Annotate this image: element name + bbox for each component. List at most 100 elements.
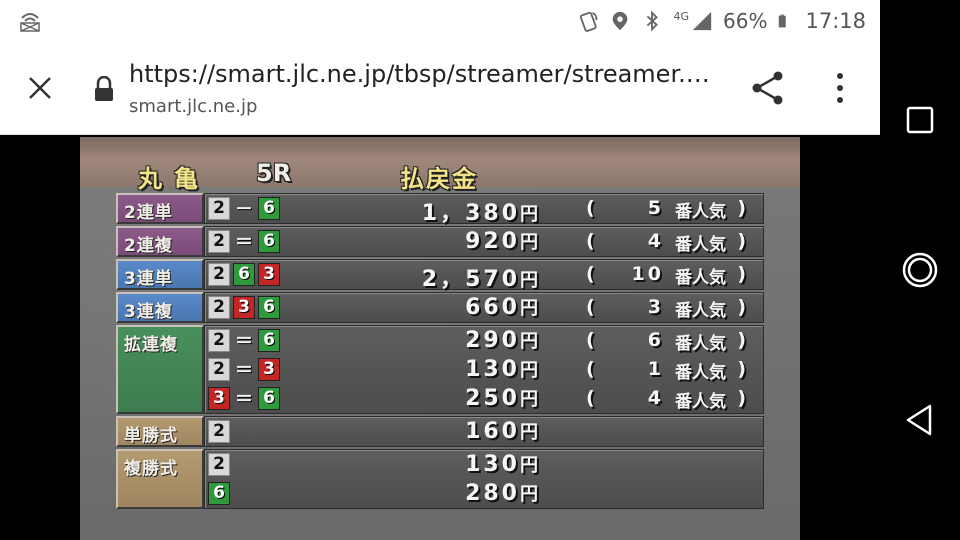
boat-number-chip: 6 bbox=[258, 229, 280, 253]
boat-number-chip: 2 bbox=[208, 357, 230, 381]
payout-amount: 2，570円 bbox=[422, 261, 538, 293]
popularity-suffix: 番人気 bbox=[675, 363, 726, 383]
yen-unit: 円 bbox=[520, 331, 538, 352]
payout-line: 2 3 6 660円(3 番人気) bbox=[208, 292, 760, 321]
url-text[interactable]: https://smart.jlc.ne.jp/tbsp/streamer/st… bbox=[129, 60, 710, 88]
combo-separator: ＝ bbox=[235, 331, 253, 352]
popularity-suffix: 番人気 bbox=[675, 268, 726, 288]
payout-line: 2 ＝ 6 290円(6 番人気) bbox=[208, 325, 760, 354]
paren-open: ( bbox=[586, 358, 595, 380]
popularity-suffix: 番人気 bbox=[675, 392, 726, 412]
yen-unit: 円 bbox=[520, 455, 538, 476]
paren-close: ) bbox=[737, 329, 746, 351]
boat-combination: 2 bbox=[208, 419, 233, 443]
combo-separator: ＝ bbox=[235, 389, 253, 410]
video-stream[interactable]: 丸亀 5R 払戻金 2連単 2 － 6 1，380円(5 番人気) 2連複 2 ＝ 6 920円(4… bbox=[0, 135, 880, 540]
amount-value: 280 bbox=[465, 481, 520, 506]
overflow-menu-icon[interactable] bbox=[826, 68, 854, 108]
payout-amount: 660円 bbox=[465, 294, 538, 320]
boat-combination: 2 ＝ 6 bbox=[208, 328, 283, 352]
popularity-number: 4 bbox=[647, 230, 664, 252]
payout-line: 2 130円 bbox=[208, 449, 760, 477]
share-icon[interactable] bbox=[748, 68, 788, 108]
yen-unit: 円 bbox=[520, 204, 538, 225]
close-tab-button[interactable] bbox=[22, 70, 58, 106]
payout-amount: 1，380円 bbox=[422, 195, 538, 227]
boat-number-chip: 2 bbox=[208, 196, 230, 220]
boat-number-chip: 3 bbox=[233, 295, 255, 319]
popularity-number: 5 bbox=[647, 197, 664, 219]
amount-value: 290 bbox=[465, 328, 520, 353]
battery-icon bbox=[779, 14, 787, 28]
popularity-number: 6 bbox=[647, 329, 664, 351]
payout-amount: 160円 bbox=[465, 418, 538, 444]
yen-unit: 円 bbox=[520, 484, 538, 505]
boat-number-chip: 3 bbox=[258, 357, 280, 381]
board-header: 丸亀 5R 払戻金 bbox=[80, 137, 800, 193]
payout-row: 複勝式 2 130円 6 280円 bbox=[116, 449, 764, 509]
combo-separator: ＝ bbox=[235, 360, 253, 381]
recents-icon[interactable] bbox=[900, 100, 940, 140]
payout-amount: 130円 bbox=[465, 451, 538, 477]
paren-open: ( bbox=[586, 263, 595, 285]
yen-unit: 円 bbox=[520, 270, 538, 291]
paren-open: ( bbox=[586, 197, 595, 219]
payout-title: 払戻金 bbox=[400, 165, 478, 193]
boat-number-chip: 2 bbox=[208, 295, 230, 319]
boat-combination: 263 bbox=[208, 262, 283, 286]
yen-unit: 円 bbox=[520, 389, 538, 410]
paren-close: ) bbox=[737, 197, 746, 219]
android-nav-bar bbox=[880, 0, 960, 540]
paren-close: ) bbox=[737, 230, 746, 252]
boat-number-chip: 3 bbox=[258, 262, 280, 286]
back-icon[interactable] bbox=[900, 400, 940, 440]
amount-value: 130 bbox=[465, 452, 520, 477]
paren-close: ) bbox=[737, 296, 746, 318]
boat-combination: 2 － 6 bbox=[208, 196, 283, 220]
yen-unit: 円 bbox=[520, 232, 538, 253]
bet-type-label: 2連複 bbox=[116, 226, 204, 257]
cast-notification-icon bbox=[20, 13, 40, 32]
payout-row: 2連複 2 ＝ 6 920円 (4 番人気) bbox=[116, 226, 764, 257]
boat-number-chip: 3 bbox=[208, 386, 230, 410]
bet-type-label: 単勝式 bbox=[116, 416, 204, 447]
payout-line: 2 ＝ 6 920円 (4 番人気) bbox=[208, 226, 760, 255]
wifi-calling-icon bbox=[580, 11, 598, 32]
amount-value: 160 bbox=[465, 419, 520, 444]
boat-combination: 6 bbox=[208, 481, 233, 505]
network-type: 4G bbox=[673, 9, 690, 23]
payout-line: 2 － 6 1，380円 (5 番人気) bbox=[208, 193, 760, 226]
boat-number-chip: 6 bbox=[258, 386, 280, 410]
boat-combination: 2 ＝ 6 bbox=[208, 229, 283, 253]
amount-value: 1，380 bbox=[421, 201, 520, 226]
venue-name: 丸亀 bbox=[138, 165, 210, 193]
battery-percent: 66% bbox=[723, 9, 768, 33]
paren-open: ( bbox=[586, 329, 595, 351]
close-icon bbox=[29, 77, 51, 99]
payout-line: 2 160円 bbox=[208, 416, 760, 444]
boat-number-chip: 2 bbox=[208, 419, 230, 443]
bet-type-label: 複勝式 bbox=[116, 449, 204, 509]
home-icon[interactable] bbox=[900, 250, 940, 290]
boat-combination: 3 ＝ 6 bbox=[208, 386, 283, 410]
combo-separator: ＝ bbox=[235, 232, 253, 253]
popularity-number: 4 bbox=[647, 387, 664, 409]
amount-value: 920 bbox=[465, 229, 520, 254]
boat-number-chip: 6 bbox=[208, 481, 230, 505]
url-domain[interactable]: smart.jlc.ne.jp bbox=[129, 96, 257, 117]
boat-combination: 2 ＝ 3 bbox=[208, 357, 283, 381]
yen-unit: 円 bbox=[520, 360, 538, 381]
boat-combination: 236 bbox=[208, 295, 283, 319]
payout-line: 6 280円 bbox=[208, 478, 760, 506]
payout-row: 拡連複 2 ＝ 6 290円(6 番人気) 2 ＝ 3 130円(1 番人気) 3 ＝ 6 250円(4 番人… bbox=[116, 325, 764, 414]
boat-number-chip: 6 bbox=[233, 262, 255, 286]
yen-unit: 円 bbox=[520, 298, 538, 319]
paren-close: ) bbox=[737, 358, 746, 380]
amount-value: 250 bbox=[465, 386, 520, 411]
combo-separator: － bbox=[235, 199, 253, 220]
paren-close: ) bbox=[737, 263, 746, 285]
payout-row: 2連単 2 － 6 1，380円 (5 番人気) bbox=[116, 193, 764, 226]
paren-close: ) bbox=[737, 387, 746, 409]
amount-value: 660 bbox=[465, 295, 520, 320]
boat-number-chip: 6 bbox=[258, 295, 280, 319]
